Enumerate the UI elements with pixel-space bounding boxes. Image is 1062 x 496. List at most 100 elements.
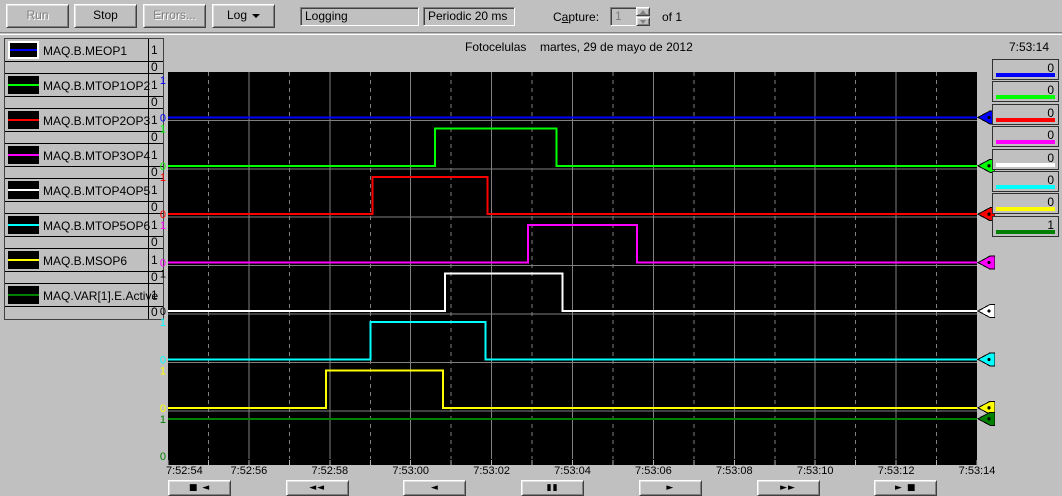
signal-color-swatch[interactable] (8, 111, 39, 129)
play-forward-button[interactable]: ► (638, 480, 702, 496)
current-value-box: 0 (992, 148, 1059, 170)
value-box-color-bar (996, 162, 1055, 167)
signal-name: MAQ.B.MSOP6 (43, 254, 128, 268)
signal-row-low: 0 (5, 96, 163, 109)
value-cursor-arrow[interactable] (976, 352, 995, 367)
signal-color-swatch[interactable] (8, 41, 39, 59)
value-box-color-bar (996, 207, 1055, 212)
time-tick-label: 7:53:14 (958, 465, 996, 477)
value-cursor-arrow[interactable] (976, 255, 995, 270)
chart-title: Fotocelulas (465, 40, 527, 54)
play-backward-button[interactable]: ◄ (403, 480, 467, 496)
capture-spin-down-button[interactable] (636, 17, 650, 26)
cursor-arrow-dot-icon (987, 417, 991, 421)
signal-row[interactable]: MAQ.VAR[1].E.Active 1 (5, 284, 163, 307)
signal-list: MAQ.B.MEOP1 1 0 MAQ.B.MTOP1OP2 1 0 MAQ.B.MTOP2… (4, 38, 164, 320)
run-button[interactable]: Run (6, 4, 69, 28)
scale-label-low: 0 (160, 451, 166, 463)
capture-period-field: Periodic 20 ms (423, 7, 515, 26)
chart-date: martes, 29 de mayo de 2012 (540, 40, 693, 54)
time-tick-label: 7:53:06 (635, 465, 672, 477)
log-dropdown-caret-icon (252, 13, 261, 18)
play-backward-icon: ◄ (430, 483, 439, 493)
current-value-box: 1 (992, 215, 1059, 237)
log-menu-label: Log (226, 8, 248, 22)
value-box-color-bar (996, 229, 1055, 234)
signal-name: MAQ.B.MTOP3OP4 (43, 149, 151, 163)
trend-panel: Fotocelulas martes, 29 de mayo de 2012 7… (0, 34, 1062, 496)
value-cursor-arrow[interactable] (976, 411, 995, 426)
value-box-color-bar (996, 95, 1055, 100)
signal-row-low: 0 (5, 201, 163, 214)
step-to-end-button[interactable]: ► ■ (874, 480, 938, 496)
play-forward-icon: ► (666, 483, 675, 493)
current-value-box: 0 (992, 103, 1059, 125)
signal-row[interactable]: MAQ.B.MTOP1OP2 1 (5, 74, 163, 97)
signal-row-low: 0 (5, 306, 163, 319)
capture-label: Capture: (553, 10, 600, 24)
time-tick-label: 7:53:04 (554, 465, 591, 477)
fast-forward-button[interactable]: ►► (756, 480, 820, 496)
signal-row[interactable]: MAQ.B.MSOP6 1 (5, 249, 163, 272)
signal-name: MAQ.B.MTOP5OP6 (43, 219, 151, 233)
current-value-box: 0 (992, 81, 1059, 103)
signal-color-sample (8, 154, 39, 156)
signal-color-sample (8, 294, 39, 296)
signal-row[interactable]: MAQ.B.MTOP4OP5 1 (5, 179, 163, 202)
signal-color-sample (10, 49, 37, 51)
time-tick-label: 7:53:00 (392, 465, 430, 477)
signal-row-low: 0 (5, 61, 163, 74)
signal-row-low: 0 (5, 166, 163, 179)
time-tick-label: 7:52:54 (166, 465, 203, 477)
value-cursor-arrow[interactable] (976, 304, 995, 318)
signal-color-sample (8, 189, 39, 191)
value-box-color-bar (996, 117, 1055, 122)
signal-color-swatch[interactable] (8, 251, 39, 269)
signal-row[interactable]: MAQ.B.MEOP1 1 (5, 39, 163, 62)
signal-color-swatch[interactable] (8, 216, 39, 234)
log-menu-button[interactable]: Log (212, 4, 275, 28)
signal-name: MAQ.VAR[1].E.Active (43, 289, 159, 303)
cursor-arrow-dot-icon (987, 164, 991, 168)
signal-color-swatch[interactable] (8, 286, 39, 304)
pause-icon: ▮▮ (546, 483, 559, 493)
pause-button[interactable]: ▮▮ (521, 480, 585, 496)
signal-color-swatch[interactable] (8, 76, 39, 94)
stop-button[interactable]: Stop (74, 4, 137, 28)
scale-label-high: 1 (160, 123, 166, 135)
value-box-color-bar (996, 185, 1055, 189)
cursor-arrow-dot-icon (987, 115, 991, 119)
time-tick-label: 7:53:08 (715, 465, 753, 477)
signal-row[interactable]: MAQ.B.MTOP5OP6 1 (5, 214, 163, 237)
spin-down-icon (640, 20, 646, 24)
scale-label-high: 1 (160, 172, 166, 184)
signal-color-swatch[interactable] (8, 146, 39, 164)
signal-row-low: 0 (5, 271, 163, 284)
capture-spinner[interactable]: 1 (610, 7, 650, 26)
scale-label-high: 1 (160, 220, 166, 232)
step-to-start-button[interactable]: ■ ◄ (168, 480, 231, 496)
current-time: 7:53:14 (1008, 40, 1049, 54)
fast-rewind-icon: ◄◄ (309, 483, 326, 493)
errors-button[interactable]: Errors... (143, 4, 206, 28)
cursor-arrow-dot-icon (987, 261, 991, 265)
capture-spin-up-button[interactable] (636, 7, 650, 16)
signal-row[interactable]: MAQ.B.MTOP3OP4 1 (5, 144, 163, 167)
step-to-start-icon: ■ ◄ (188, 483, 211, 493)
fast-rewind-button[interactable]: ◄◄ (285, 480, 349, 496)
current-value-box: 0 (992, 126, 1059, 148)
time-tick-label: 7:52:56 (230, 465, 268, 477)
signal-color-sample (8, 259, 39, 261)
logging-status-field: Logging (300, 7, 419, 26)
trend-logger-window: { "toolbar": { "run_label": "Run", "stop… (0, 0, 1062, 496)
scale-label-high: 1 (160, 317, 166, 329)
signal-name: MAQ.B.MEOP1 (43, 44, 128, 58)
signal-row[interactable]: MAQ.B.MTOP2OP3 1 (5, 109, 163, 132)
waveform-chart[interactable]: 1010101010101010 (150, 61, 995, 471)
step-to-end-icon: ► ■ (895, 483, 917, 493)
fast-forward-icon: ►► (780, 483, 796, 493)
time-tick-label: 7:53:12 (877, 465, 915, 477)
signal-color-swatch[interactable] (8, 181, 39, 199)
signal-name: MAQ.B.MTOP2OP3 (43, 114, 151, 128)
scale-label-high: 1 (160, 414, 166, 426)
